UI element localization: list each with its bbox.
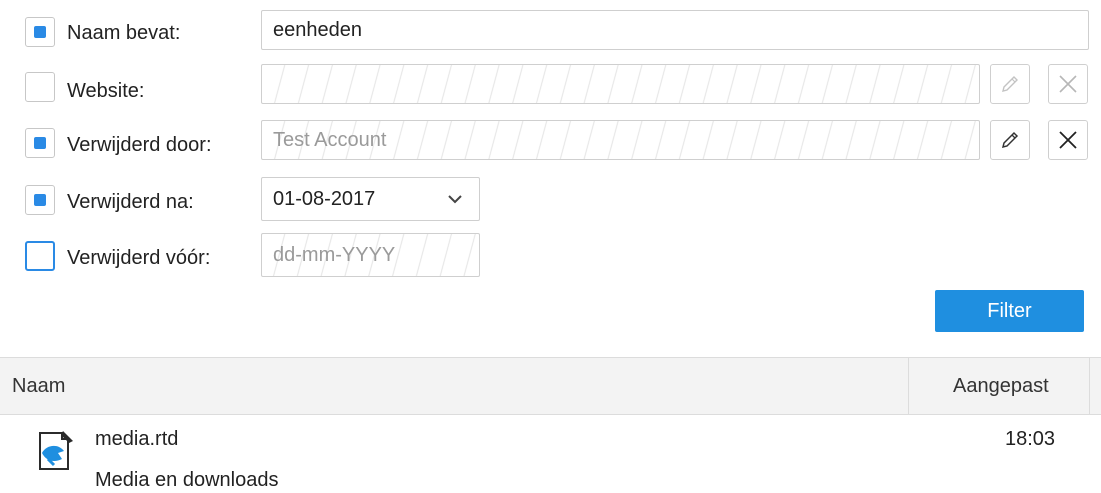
removed-by-placeholder: Test Account [273, 129, 387, 151]
name-filter-checkbox[interactable] [25, 17, 55, 47]
removed-before-filter-checkbox[interactable] [25, 241, 55, 271]
chevron-down-icon [448, 195, 462, 204]
name-contains-value: eenheden [273, 19, 362, 41]
removed-by-edit-button[interactable] [990, 120, 1030, 160]
site-icon [39, 431, 73, 470]
table-row[interactable]: media.rtd Media en downloads 18:03 [0, 415, 1101, 493]
results-grid-header: Naam Aangepast [0, 357, 1101, 415]
pencil-icon [1002, 76, 1018, 92]
pencil-icon [1001, 131, 1019, 149]
removed-after-filter-checkbox[interactable] [25, 185, 55, 215]
website-filter-label: Website: [67, 80, 145, 102]
removed-by-input[interactable]: Test Account [261, 120, 980, 160]
removed-before-placeholder: dd-mm-YYYY [273, 244, 396, 266]
removed-before-filter-label: Verwijderd vóór: [67, 247, 211, 269]
removed-after-value: 01-08-2017 [273, 188, 376, 210]
name-filter-label: Naam bevat: [67, 22, 181, 44]
website-input[interactable] [261, 64, 980, 104]
removed-by-filter-checkbox[interactable] [25, 128, 55, 158]
close-icon [1059, 75, 1077, 93]
website-filter-checkbox[interactable] [25, 72, 55, 102]
column-header-name[interactable]: Naam [12, 375, 65, 398]
filter-button[interactable]: Filter [935, 290, 1084, 332]
website-edit-button[interactable] [990, 64, 1030, 104]
column-divider[interactable] [1089, 358, 1090, 414]
name-contains-input[interactable]: eenheden [261, 10, 1089, 50]
removed-by-clear-button[interactable] [1048, 120, 1088, 160]
file-modified-time: 18:03 [1005, 428, 1056, 450]
close-icon [1059, 131, 1077, 149]
file-name[interactable]: media.rtd [95, 428, 178, 451]
removed-before-input[interactable]: dd-mm-YYYY [261, 233, 480, 277]
website-clear-button[interactable] [1048, 64, 1088, 104]
removed-after-select[interactable]: 01-08-2017 [261, 177, 480, 221]
column-divider[interactable] [908, 358, 909, 414]
removed-by-filter-label: Verwijderd door: [67, 134, 212, 156]
file-description: Media en downloads [95, 469, 279, 491]
column-header-modified[interactable]: Aangepast [953, 375, 1049, 398]
removed-after-filter-label: Verwijderd na: [67, 191, 194, 213]
